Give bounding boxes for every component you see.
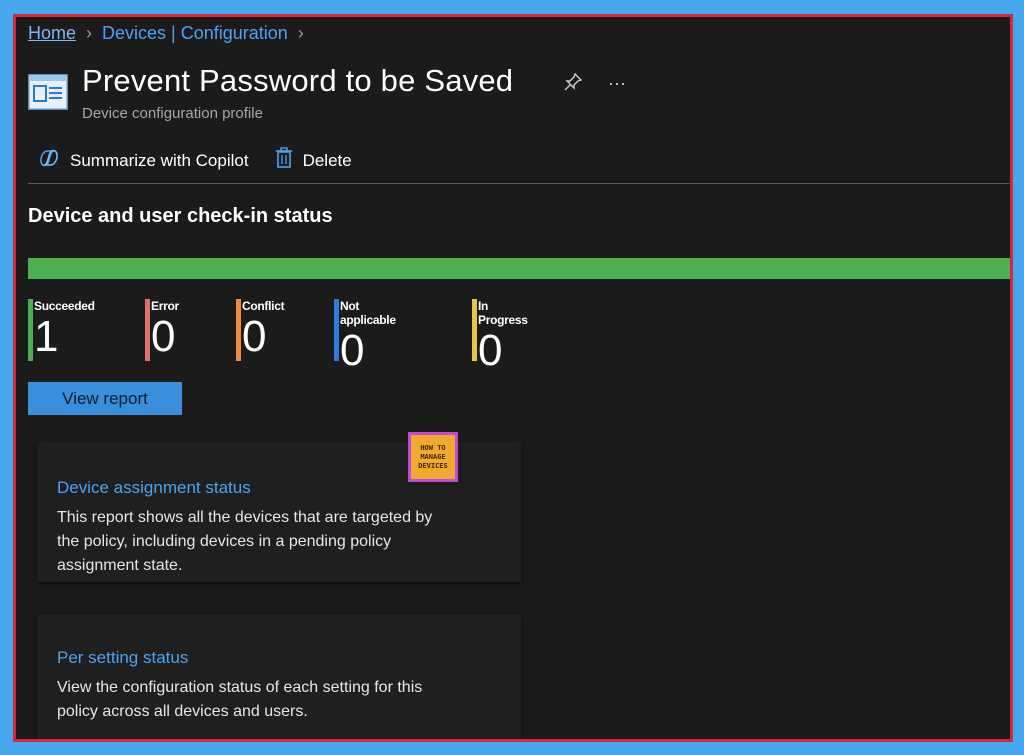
summarize-copilot-label: Summarize with Copilot [70, 150, 249, 170]
howto-manage-devices-logo: HOW TO MANAGE DEVICES [408, 432, 458, 482]
copilot-icon [38, 148, 60, 173]
more-options-button[interactable]: ··· [608, 73, 626, 96]
breadcrumb: Home › Devices | Configuration › [28, 23, 304, 44]
toolbar-divider [28, 183, 1010, 184]
title-actions: ··· [564, 72, 626, 96]
breadcrumb-devices-configuration[interactable]: Devices | Configuration [102, 23, 288, 44]
logo-line1: HOW TO [420, 443, 446, 452]
stat-value: 0 [478, 326, 503, 375]
logo-line2: MANAGE [420, 452, 446, 461]
stat-value: 1 [34, 312, 59, 361]
stat-value: 0 [151, 312, 176, 361]
chevron-right-icon: › [297, 23, 304, 43]
stat-error[interactable]: Error 0 [145, 299, 179, 361]
stat-color-bar [472, 299, 477, 361]
page-subtitle: Device configuration profile [82, 105, 263, 122]
stat-in-progress[interactable]: In Progress 0 [472, 299, 528, 373]
card-description: View the configuration status of each se… [57, 679, 423, 720]
stat-label: Error [151, 299, 179, 313]
summarize-copilot-button[interactable]: Summarize with Copilot [38, 148, 249, 173]
delete-button[interactable]: Delete [275, 147, 352, 174]
title-row: Prevent Password to be Saved Device conf… [28, 63, 513, 122]
command-bar: Summarize with Copilot Delete [38, 147, 352, 174]
view-report-button[interactable]: View report [28, 382, 182, 415]
configuration-profile-icon [28, 73, 68, 113]
page-title: Prevent Password to be Saved [82, 63, 514, 98]
delete-label: Delete [302, 150, 352, 170]
stat-not-applicable[interactable]: Not applicable 0 [334, 299, 396, 373]
stat-color-bar [28, 299, 33, 361]
stat-conflict[interactable]: Conflict 0 [236, 299, 285, 361]
stat-succeeded[interactable]: Succeeded 1 [28, 299, 95, 361]
stat-value: 0 [340, 326, 365, 375]
card-description: This report shows all the devices that a… [57, 509, 433, 574]
stat-label: Not applicable [340, 299, 396, 327]
card-title[interactable]: Device assignment status [57, 478, 251, 498]
card-title[interactable]: Per setting status [57, 648, 188, 668]
logo-line3: DEVICES [418, 461, 448, 470]
stat-value: 0 [242, 312, 267, 361]
chevron-right-icon: › [86, 23, 93, 43]
app-frame: Home › Devices | Configuration › Prevent… [13, 14, 1013, 742]
checkin-status-title: Device and user check-in status [28, 205, 333, 227]
stat-label: In Progress [478, 299, 528, 327]
stat-color-bar [236, 299, 241, 361]
per-setting-status-card[interactable]: Per setting status View the configuratio… [37, 614, 521, 739]
stat-label: Succeeded [34, 299, 95, 313]
stat-color-bar [334, 299, 339, 361]
breadcrumb-home[interactable]: Home [28, 23, 76, 44]
stat-color-bar [145, 299, 150, 361]
checkin-progress-bar [28, 258, 1010, 279]
trash-icon [275, 147, 293, 174]
pin-icon[interactable] [564, 72, 583, 96]
stat-label: Conflict [242, 299, 285, 313]
